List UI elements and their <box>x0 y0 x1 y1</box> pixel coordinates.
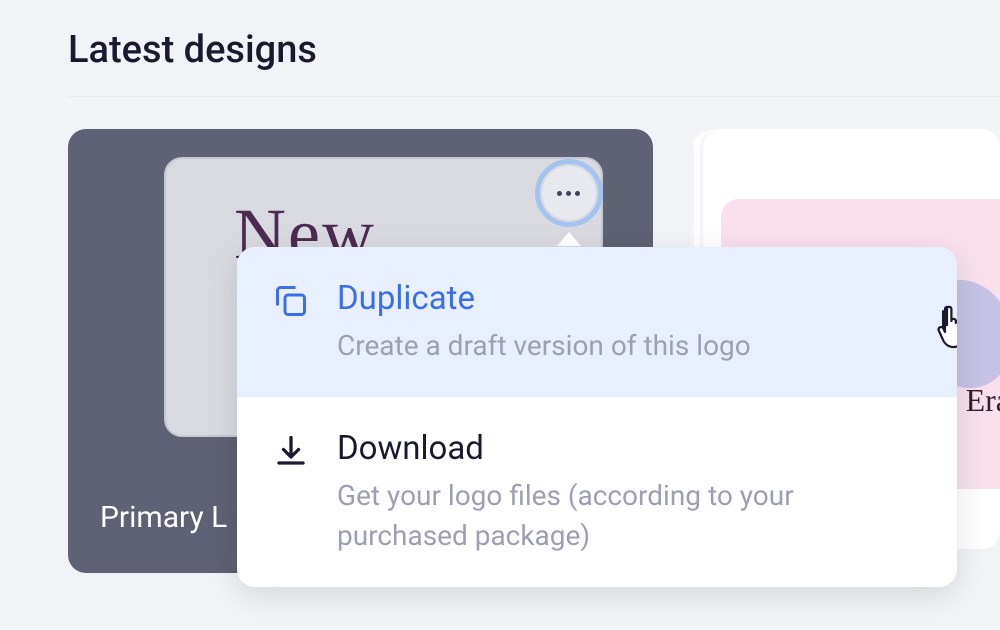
download-icon <box>273 433 309 469</box>
duplicate-icon <box>273 283 309 319</box>
dropdown-arrow <box>557 232 581 246</box>
design-card-label: Primary L <box>100 500 227 535</box>
more-icon <box>542 166 596 220</box>
menu-item-duplicate[interactable]: Duplicate Create a draft version of this… <box>237 247 957 397</box>
cursor-pointer-icon <box>929 303 957 363</box>
more-options-button[interactable] <box>535 159 603 227</box>
menu-item-title: Download <box>337 429 921 468</box>
brand-text: Era <box>966 382 1000 419</box>
menu-item-title: Duplicate <box>337 279 921 318</box>
options-dropdown: Duplicate Create a draft version of this… <box>237 247 957 587</box>
menu-item-desc: Get your logo files (according to your p… <box>337 476 921 557</box>
menu-item-download[interactable]: Download Get your logo files (according … <box>237 397 957 587</box>
menu-item-desc: Create a draft version of this logo <box>337 326 921 367</box>
section-title: Latest designs <box>0 0 1000 96</box>
